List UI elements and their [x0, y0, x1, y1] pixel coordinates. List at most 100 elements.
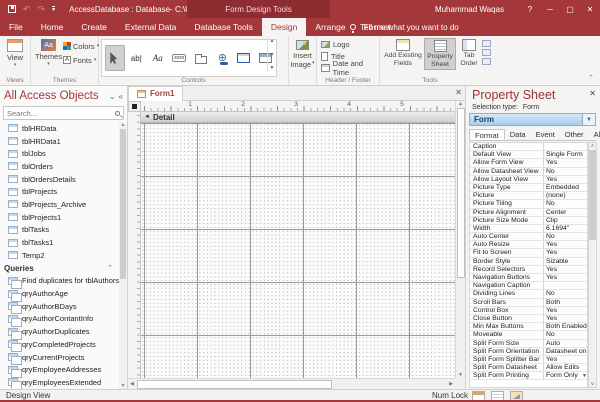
- nav-table-item[interactable]: tblJobs: [0, 147, 119, 160]
- gallery-down-icon[interactable]: ▼: [270, 52, 275, 58]
- property-row[interactable]: Picture(none): [470, 192, 587, 200]
- tell-me-box[interactable]: Tell me what you want to do: [350, 18, 459, 36]
- property-tab-event[interactable]: Event: [531, 129, 560, 140]
- themes-button[interactable]: Aa Themes ▾: [35, 39, 62, 67]
- property-tab-data[interactable]: Data: [505, 129, 531, 140]
- scroll-left-icon[interactable]: ◀: [128, 381, 136, 387]
- horizontal-ruler[interactable]: 12345: [141, 101, 455, 112]
- property-row[interactable]: Min Max ButtonsBoth Enabled: [470, 323, 587, 331]
- redo-icon[interactable]: ↷: [38, 4, 46, 15]
- scroll-up-icon[interactable]: ∧: [591, 143, 595, 149]
- property-row[interactable]: Picture TypeEmbedded: [470, 184, 587, 192]
- nav-table-item[interactable]: tblHRData: [0, 122, 119, 135]
- nav-table-item[interactable]: tblOrdersDetails: [0, 173, 119, 186]
- property-row[interactable]: Auto CenterNo: [470, 233, 587, 241]
- property-tab-all[interactable]: All: [589, 129, 600, 140]
- property-row[interactable]: Record SelectorsYes: [470, 266, 587, 274]
- subform-new-window-icon[interactable]: [482, 40, 491, 47]
- property-row[interactable]: Split Form PrintingForm Only▼: [470, 372, 587, 380]
- nav-group-queries[interactable]: Queries⌃: [0, 262, 119, 275]
- tab-external-data[interactable]: External Data: [116, 18, 186, 36]
- date-time-button[interactable]: Date and Time: [317, 62, 379, 74]
- property-row[interactable]: Picture Size ModeClip: [470, 217, 587, 225]
- property-row[interactable]: Allow Layout ViewYes: [470, 176, 587, 184]
- scroll-up-icon[interactable]: ▲: [458, 101, 463, 107]
- nav-table-item[interactable]: tblHRData1: [0, 135, 119, 148]
- shutter-close-icon[interactable]: «: [119, 92, 123, 101]
- property-row[interactable]: Control BoxYes: [470, 307, 587, 315]
- property-row[interactable]: Border StyleSizable: [470, 258, 587, 266]
- nav-table-item[interactable]: tblOrders: [0, 160, 119, 173]
- detail-grid-surface[interactable]: [141, 123, 455, 378]
- scroll-thumb[interactable]: [120, 129, 126, 279]
- property-row[interactable]: Picture TilingNo: [470, 200, 587, 208]
- gallery-up-icon[interactable]: ▲: [270, 38, 275, 44]
- nav-table-item[interactable]: tblProjects_Archive: [0, 198, 119, 211]
- combo-dropdown-button[interactable]: ▼: [582, 114, 595, 125]
- document-tab-form1[interactable]: Form1: [128, 86, 183, 101]
- nav-query-item[interactable]: qryEmployeeAddresses: [0, 363, 119, 376]
- tab-home[interactable]: Home: [32, 18, 73, 36]
- property-row[interactable]: Caption: [470, 143, 587, 151]
- nav-query-item[interactable]: qryAuthorContantInfo: [0, 313, 119, 326]
- design-horizontal-scrollbar[interactable]: ◀ ▶: [128, 378, 455, 389]
- nav-query-item[interactable]: qryEmployeesExtended: [0, 376, 119, 389]
- save-icon[interactable]: [8, 5, 16, 13]
- colors-button[interactable]: Colors ▾: [63, 40, 99, 52]
- gallery-scrollbar[interactable]: ▲ ▼ ▼: [267, 37, 276, 72]
- nav-table-item[interactable]: tblTasks: [0, 224, 119, 237]
- nav-table-item[interactable]: tblProjects: [0, 185, 119, 198]
- tab-order-button[interactable]: Tab Order: [457, 38, 481, 68]
- nav-query-item[interactable]: qryAuthorDuplicates: [0, 325, 119, 338]
- detail-section-bar[interactable]: ◄ Detail: [141, 112, 455, 123]
- property-row[interactable]: Close ButtonYes: [470, 315, 587, 323]
- nav-pane-header[interactable]: All Access Objects ⌄ «: [0, 86, 127, 106]
- button-icon[interactable]: xxxx: [170, 45, 190, 71]
- undo-icon[interactable]: ↶: [23, 4, 31, 15]
- select-pointer-icon[interactable]: [105, 45, 125, 71]
- property-sheet-button[interactable]: Property Sheet: [424, 38, 456, 70]
- property-row[interactable]: MoveableNo: [470, 331, 587, 339]
- nav-table-item[interactable]: Temp2: [0, 249, 119, 262]
- scroll-thumb[interactable]: [589, 150, 596, 240]
- scroll-thumb[interactable]: [137, 380, 332, 389]
- nav-menu-icon[interactable]: ⌄: [109, 92, 116, 101]
- nav-query-item[interactable]: qryCurrentProjects: [0, 351, 119, 364]
- property-row[interactable]: Width6.1694": [470, 225, 587, 233]
- search-input[interactable]: [7, 109, 115, 118]
- close-document-icon[interactable]: ✕: [455, 88, 462, 97]
- fonts-button[interactable]: A Fonts ▾: [63, 54, 96, 66]
- vertical-ruler[interactable]: [128, 112, 141, 378]
- scroll-up-icon[interactable]: ▲: [121, 122, 126, 128]
- tab-file[interactable]: File: [0, 18, 32, 36]
- collapse-ribbon-icon[interactable]: ⌃: [588, 74, 594, 82]
- design-vertical-scrollbar[interactable]: ▲ ▼: [455, 101, 465, 378]
- property-row[interactable]: Allow Form ViewYes: [470, 159, 587, 167]
- property-tab-format[interactable]: Format: [469, 129, 505, 140]
- collapse-group-icon[interactable]: ⌃: [107, 264, 113, 272]
- minimize-button[interactable]: ─: [540, 0, 560, 18]
- view-code-icon[interactable]: [482, 49, 491, 56]
- property-row[interactable]: Picture AlignmentCenter: [470, 209, 587, 217]
- web-browser-control-icon[interactable]: [234, 45, 254, 71]
- close-property-sheet-icon[interactable]: ✕: [589, 89, 596, 98]
- nav-table-item[interactable]: tblTasks1: [0, 236, 119, 249]
- form-selector[interactable]: [128, 101, 141, 112]
- nav-query-item[interactable]: qryCompletedProjects: [0, 338, 119, 351]
- hyperlink-icon[interactable]: ⊕: [213, 45, 233, 71]
- close-button[interactable]: ✕: [580, 0, 600, 18]
- convert-macros-icon[interactable]: [482, 58, 491, 65]
- customize-qat-icon[interactable]: ▾: [52, 6, 55, 13]
- nav-query-item[interactable]: Find duplicates for tblAuthors: [0, 275, 119, 288]
- maximize-button[interactable]: ▢: [560, 0, 580, 18]
- view-button[interactable]: View ▾: [0, 39, 30, 68]
- property-row[interactable]: Auto ResizeYes: [470, 241, 587, 249]
- nav-query-item[interactable]: qryAuthorBDays: [0, 300, 119, 313]
- property-row[interactable]: Split Form DatasheetAllow Edits: [470, 364, 587, 372]
- property-row[interactable]: Split Form SizeAuto: [470, 340, 587, 348]
- property-row[interactable]: Split Form Splitter BarYes: [470, 356, 587, 364]
- tab-control-icon[interactable]: [191, 45, 211, 71]
- label-icon[interactable]: Aa: [148, 45, 168, 71]
- property-tab-other[interactable]: Other: [560, 129, 589, 140]
- selection-combo[interactable]: Form ▼: [469, 113, 596, 126]
